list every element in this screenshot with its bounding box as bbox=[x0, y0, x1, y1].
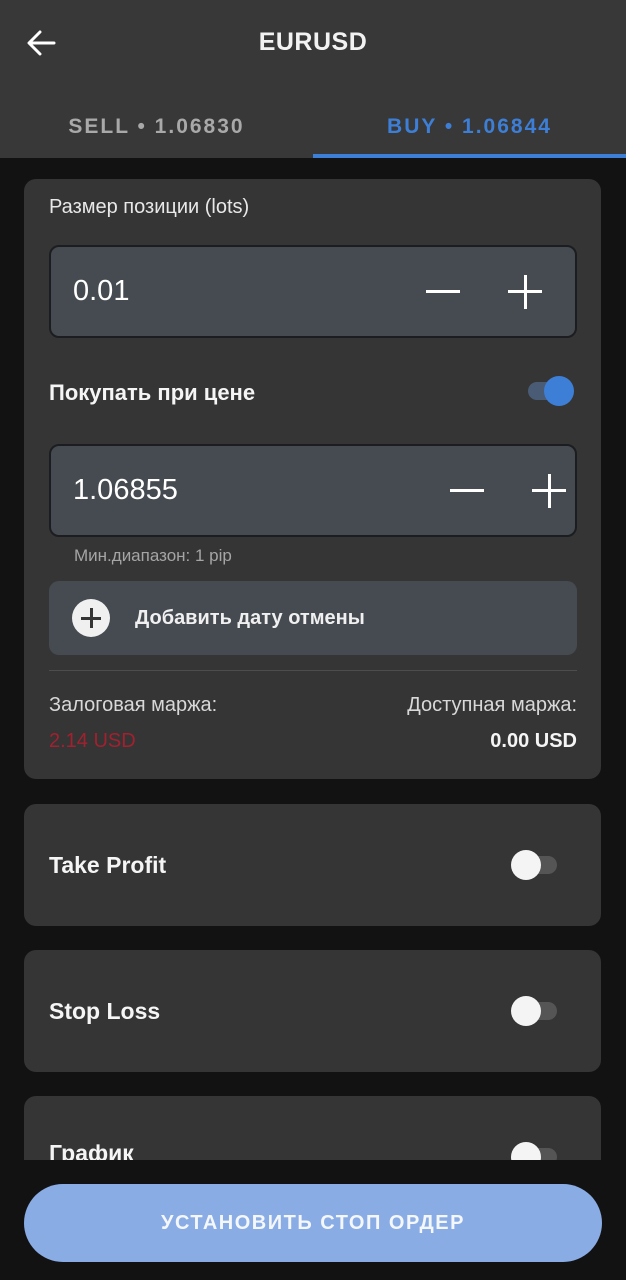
divider bbox=[49, 670, 577, 671]
app-header: EURUSD SELL • 1.06830 BUY • 1.06844 bbox=[0, 0, 626, 158]
required-margin-value: 2.14 USD bbox=[49, 730, 136, 752]
increase-price-button[interactable] bbox=[519, 446, 579, 535]
take-profit-label: Take Profit bbox=[49, 851, 167, 878]
take-profit-toggle[interactable] bbox=[511, 848, 561, 882]
plus-icon bbox=[508, 274, 542, 309]
page-title: EURUSD bbox=[258, 28, 368, 56]
position-size-input[interactable]: 0.01 bbox=[73, 247, 129, 336]
decrease-price-button[interactable] bbox=[437, 446, 497, 535]
stop-loss-toggle[interactable] bbox=[511, 994, 561, 1028]
chart-toggle[interactable] bbox=[511, 1140, 561, 1160]
decrease-lots-button[interactable] bbox=[413, 247, 473, 336]
add-cancel-date-button[interactable]: Добавить дату отмены bbox=[49, 581, 577, 655]
available-margin-value: 0.00 USD bbox=[490, 730, 577, 752]
increase-lots-button[interactable] bbox=[495, 247, 555, 336]
min-range-hint: Мин.диапазон: 1 pip bbox=[74, 546, 232, 565]
take-profit-card: Take Profit bbox=[24, 804, 601, 926]
buy-at-price-label: Покупать при цене bbox=[49, 380, 256, 405]
tab-buy[interactable]: BUY • 1.06844 bbox=[313, 96, 626, 158]
stop-loss-card: Stop Loss bbox=[24, 950, 601, 1072]
plus-icon bbox=[532, 473, 566, 508]
required-margin-label: Залоговая маржа: bbox=[49, 694, 218, 716]
add-cancel-date-label: Добавить дату отмены bbox=[135, 606, 365, 629]
available-margin-label: Доступная маржа: bbox=[407, 694, 577, 716]
price-input[interactable]: 1.06855 bbox=[73, 446, 178, 535]
toggle-thumb bbox=[511, 1142, 541, 1160]
price-stepper: 1.06855 bbox=[49, 444, 577, 537]
set-stop-order-button[interactable]: УСТАНОВИТЬ СТОП ОРДЕР bbox=[24, 1184, 602, 1262]
tab-sell[interactable]: SELL • 1.06830 bbox=[0, 96, 313, 158]
buy-at-price-toggle[interactable] bbox=[524, 374, 574, 408]
minus-icon bbox=[450, 489, 484, 492]
chart-label: График bbox=[49, 1140, 134, 1160]
minus-icon bbox=[426, 290, 460, 293]
toggle-thumb bbox=[511, 850, 541, 880]
toggle-thumb bbox=[544, 376, 574, 406]
stop-loss-label: Stop Loss bbox=[49, 997, 161, 1024]
toggle-thumb bbox=[511, 996, 541, 1026]
position-size-stepper: 0.01 bbox=[49, 245, 577, 338]
plus-circle-icon bbox=[72, 599, 110, 637]
bottom-action-bar: УСТАНОВИТЬ СТОП ОРДЕР bbox=[0, 1160, 626, 1280]
active-tab-indicator bbox=[313, 154, 626, 158]
order-settings-card: Размер позиции (lots) 0.01 Покупать при … bbox=[24, 179, 601, 779]
chart-card: График bbox=[24, 1096, 601, 1160]
position-size-label: Размер позиции (lots) bbox=[49, 196, 250, 218]
